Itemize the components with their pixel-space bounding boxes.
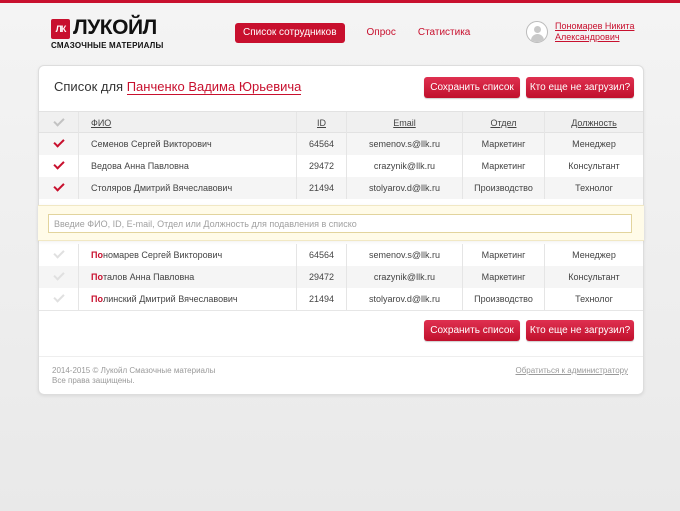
column-header-department[interactable]: Отдел [463,112,545,134]
divider [39,356,643,357]
card-title-prefix: Список для [54,79,124,94]
check-icon [52,247,65,259]
table-row[interactable]: Семенов Сергей Викторович 64564 semenov.… [39,133,643,155]
divider [39,310,643,311]
column-header-id[interactable]: ID [297,112,347,134]
brand-name: ЛУКОЙЛ [73,16,157,39]
brand-logo[interactable]: ЛК ЛУКОЙЛ СМАЗОЧНЫЕ МАТЕРИАЛЫ [51,16,164,51]
column-header-name[interactable]: ФИО [79,112,297,134]
table-row[interactable]: Ведова Анна Павловна 29472 crazynik@llk.… [39,155,643,177]
nav-item-survey[interactable]: Опрос [367,23,396,43]
table-row[interactable]: Столяров Дмитрий Вячеславович 21494 stol… [39,177,643,199]
select-all-checkbox[interactable] [39,112,79,134]
employee-search-input[interactable] [48,214,632,233]
check-icon [52,158,65,170]
who-not-uploaded-button-bottom[interactable]: Кто еще не загрузил? [526,320,634,341]
card-title-person[interactable]: Панченко Вадима Юрьевича [126,79,302,95]
search-bar [38,205,644,241]
column-header-email[interactable]: Email [347,112,463,134]
table-row[interactable]: Полинский Дмитрий Вячеславович 21494 sto… [39,288,643,310]
row-checkbox[interactable] [39,155,79,177]
brand-subtitle: СМАЗОЧНЫЕ МАТЕРИАЛЫ [51,41,164,50]
row-checkbox[interactable] [39,177,79,199]
row-checkbox[interactable] [39,133,79,155]
table-row[interactable]: Поталов Анна Павловна 29472 crazynik@llk… [39,266,643,288]
check-icon [52,115,65,127]
user-profile[interactable]: Пономарев Никита Александрович [526,21,646,47]
table-row[interactable]: Пономарев Сергей Викторович 64564 semeno… [39,244,643,266]
save-list-button-bottom[interactable]: Сохранить список [424,320,520,341]
user-avatar-icon [526,21,548,43]
check-icon [52,136,65,148]
employee-list-card: Список для Панченко Вадима Юрьевича Сохр… [38,65,644,395]
column-header-position[interactable]: Должность [545,112,643,134]
row-checkbox[interactable] [39,288,79,310]
table-header: ФИО ID Email Отдел Должность [39,111,643,134]
card-title: Список для Панченко Вадима Юрьевича [54,79,302,95]
contact-admin-link[interactable]: Обратиться к администратору [515,366,628,375]
check-icon [52,180,65,192]
nav-item-employees[interactable]: Список сотрудников [235,23,345,43]
who-not-uploaded-button-top[interactable]: Кто еще не загрузил? [526,77,634,98]
check-icon [52,269,65,281]
main-nav: Список сотрудников Опрос Статистика [235,23,492,43]
user-name-link[interactable]: Пономарев Никита Александрович [555,21,655,43]
nav-item-statistics[interactable]: Статистика [418,23,471,43]
check-icon [52,291,65,303]
footer-copyright: 2014-2015 © Лукойл Смазочные материалы В… [52,366,216,385]
save-list-button-top[interactable]: Сохранить список [424,77,520,98]
header: ЛК ЛУКОЙЛ СМАЗОЧНЫЕ МАТЕРИАЛЫ Список сот… [0,3,680,61]
row-checkbox[interactable] [39,266,79,288]
row-checkbox[interactable] [39,244,79,266]
brand-mark-icon: ЛК [51,19,70,39]
